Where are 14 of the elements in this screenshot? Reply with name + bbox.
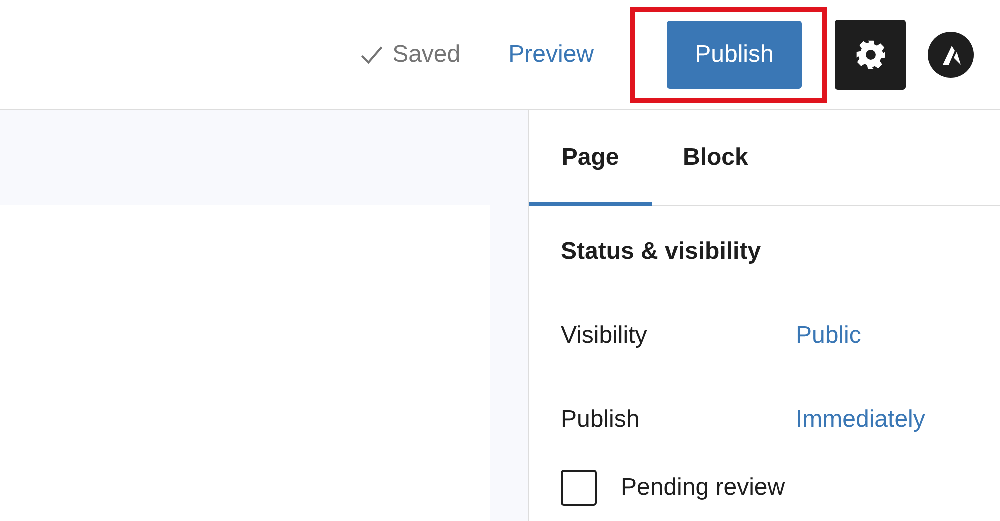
setting-value-link[interactable]: Public bbox=[796, 322, 862, 350]
logo-icon[interactable] bbox=[928, 32, 974, 78]
checkbox-label: Pending review bbox=[621, 474, 786, 502]
saved-status: Saved bbox=[392, 40, 461, 68]
setting-value-link[interactable]: Immediately bbox=[796, 406, 926, 434]
setting-label: Publish bbox=[561, 406, 641, 434]
preview-link[interactable]: Preview bbox=[508, 40, 594, 68]
settings-button[interactable] bbox=[835, 20, 906, 90]
section-title: Status & visibility bbox=[561, 238, 762, 266]
publish-button[interactable]: Publish bbox=[667, 20, 802, 88]
sidebar-tab[interactable]: Page bbox=[529, 110, 652, 206]
checkbox[interactable] bbox=[561, 470, 597, 506]
sidebar-tab[interactable]: Block bbox=[652, 110, 780, 206]
setting-label: Visibility bbox=[561, 322, 648, 350]
